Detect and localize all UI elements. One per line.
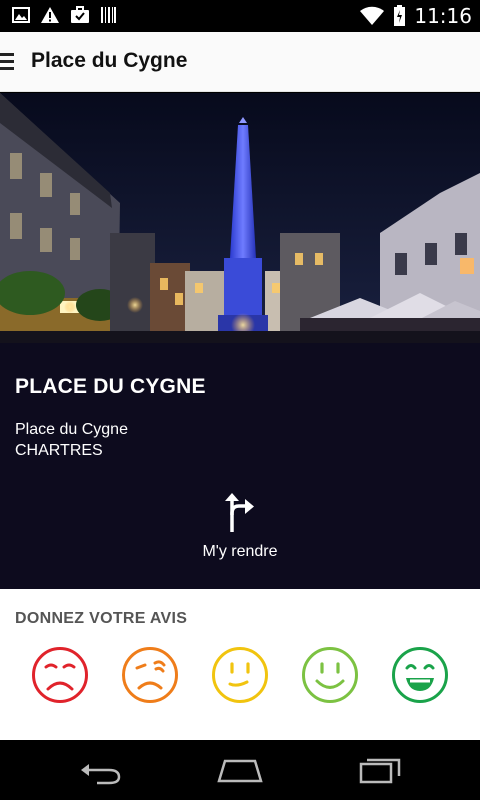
system-icons: 11:16 [359, 4, 472, 28]
menu-icon[interactable] [0, 53, 14, 71]
back-icon[interactable] [75, 755, 125, 785]
briefcase-icon [71, 6, 89, 23]
status-bar: 11:16 [0, 0, 480, 32]
address-city: CHARTRES [15, 442, 103, 459]
night-obelisk-photo [0, 93, 480, 343]
image-icon [12, 7, 30, 23]
feedback-title: DONNEZ VOTRE AVIS [15, 610, 188, 627]
notification-icons [12, 6, 116, 24]
page-title: Place du Cygne [31, 49, 188, 72]
battery-icon [394, 5, 406, 26]
home-icon[interactable] [215, 755, 265, 785]
system-nav-bar [0, 740, 480, 800]
place-info: PLACE DU CYGNE Place du Cygne CHARTRES M… [0, 343, 480, 589]
feedback-section: DONNEZ VOTRE AVIS [0, 589, 480, 740]
happy-icon[interactable] [301, 646, 359, 704]
warning-icon [41, 7, 59, 23]
app-bar: Place du Cygne [0, 32, 480, 92]
barcode-icon [101, 7, 116, 23]
unhappy-icon[interactable] [121, 646, 179, 704]
very-unhappy-icon[interactable] [31, 646, 89, 704]
hero-image [0, 93, 480, 343]
address-line1: Place du Cygne [15, 421, 128, 438]
wifi-icon [360, 6, 385, 25]
recents-icon[interactable] [355, 755, 405, 785]
place-name: PLACE DU CYGNE [15, 375, 206, 398]
directions-icon [225, 493, 254, 532]
directions-label: M'y rendre [202, 543, 278, 560]
neutral-icon[interactable] [211, 646, 269, 704]
directions-button[interactable]: M'y rendre [180, 493, 300, 573]
very-happy-icon[interactable] [391, 646, 449, 704]
clock: 11:16 [414, 4, 472, 28]
